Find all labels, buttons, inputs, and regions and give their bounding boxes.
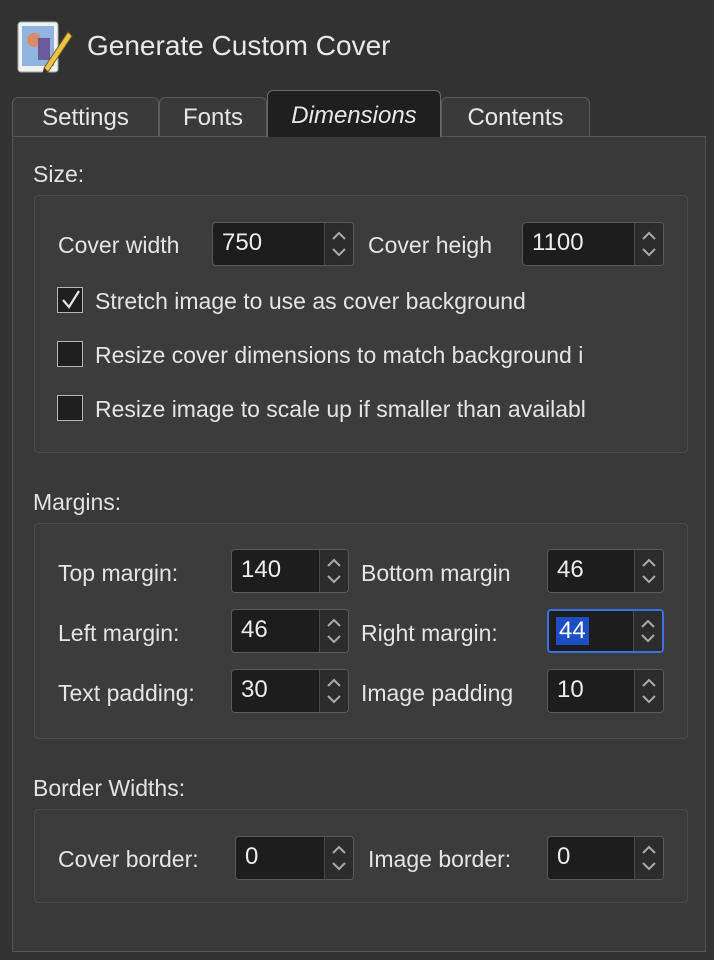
cover-border-label: Cover border: bbox=[58, 846, 199, 872]
chevron-up-icon[interactable] bbox=[326, 678, 342, 688]
resize-scale-checkbox[interactable] bbox=[57, 395, 83, 421]
right-margin-value[interactable]: 44 bbox=[556, 617, 589, 645]
image-border-stepper-arrows[interactable] bbox=[634, 837, 663, 879]
cover-editor-icon bbox=[14, 18, 74, 76]
chevron-up-icon[interactable] bbox=[331, 231, 347, 241]
top-margin-stepper[interactable]: 140 bbox=[231, 549, 349, 593]
chevron-down-icon[interactable] bbox=[641, 861, 657, 871]
border-widths-group: Cover border: 0 Image border: 0 bbox=[34, 809, 688, 903]
chevron-down-icon[interactable] bbox=[641, 574, 657, 584]
chevron-down-icon[interactable] bbox=[641, 247, 657, 257]
resize-dimensions-label[interactable]: Resize cover dimensions to match backgro… bbox=[95, 342, 663, 369]
cover-width-label: Cover width bbox=[58, 232, 180, 258]
top-margin-stepper-arrows[interactable] bbox=[319, 550, 348, 592]
image-padding-label: Image padding bbox=[361, 680, 514, 706]
image-border-value[interactable]: 0 bbox=[557, 843, 570, 871]
cover-width-stepper[interactable]: 750 bbox=[212, 222, 354, 266]
image-padding-stepper-arrows[interactable] bbox=[634, 670, 663, 712]
text-padding-stepper[interactable]: 30 bbox=[231, 669, 349, 713]
checkmark-icon bbox=[62, 290, 80, 309]
right-margin-label: Right margin: bbox=[361, 620, 498, 646]
chevron-down-icon[interactable] bbox=[331, 861, 347, 871]
text-padding-label: Text padding: bbox=[58, 680, 195, 706]
chevron-up-icon[interactable] bbox=[640, 619, 656, 629]
chevron-up-icon[interactable] bbox=[326, 618, 342, 628]
dimensions-panel: Size: Cover width 750 Cover heigh 1100 S… bbox=[12, 136, 706, 952]
tab-settings[interactable]: Settings bbox=[12, 97, 159, 137]
cover-border-stepper-arrows[interactable] bbox=[324, 837, 353, 879]
stretch-image-label[interactable]: Stretch image to use as cover background bbox=[95, 288, 685, 315]
chevron-down-icon[interactable] bbox=[641, 694, 657, 704]
top-margin-label: Top margin: bbox=[58, 560, 179, 586]
right-margin-stepper-arrows[interactable] bbox=[633, 611, 662, 651]
border-widths-section-label: Border Widths: bbox=[33, 775, 186, 801]
chevron-down-icon[interactable] bbox=[331, 247, 347, 257]
chevron-down-icon[interactable] bbox=[326, 634, 342, 644]
stretch-image-checkbox[interactable] bbox=[57, 287, 83, 313]
cover-width-value[interactable]: 750 bbox=[222, 229, 262, 257]
image-padding-stepper[interactable]: 10 bbox=[547, 669, 664, 713]
cover-width-stepper-arrows[interactable] bbox=[324, 223, 353, 265]
top-margin-value[interactable]: 140 bbox=[241, 556, 281, 584]
resize-scale-label[interactable]: Resize image to scale up if smaller than… bbox=[95, 396, 663, 423]
chevron-down-icon[interactable] bbox=[326, 694, 342, 704]
tab-fonts[interactable]: Fonts bbox=[159, 97, 267, 137]
text-padding-value[interactable]: 30 bbox=[241, 676, 268, 704]
bottom-margin-stepper-arrows[interactable] bbox=[634, 550, 663, 592]
bottom-margin-label: Bottom margin bbox=[361, 560, 511, 586]
margins-section-label: Margins: bbox=[33, 489, 122, 515]
chevron-up-icon[interactable] bbox=[641, 678, 657, 688]
text-padding-stepper-arrows[interactable] bbox=[319, 670, 348, 712]
image-border-label: Image border: bbox=[368, 846, 512, 872]
window-title: Generate Custom Cover bbox=[87, 30, 391, 61]
resize-dimensions-checkbox[interactable] bbox=[57, 341, 83, 367]
size-group: Cover width 750 Cover heigh 1100 Stretch… bbox=[34, 195, 688, 453]
cover-height-value[interactable]: 1100 bbox=[532, 229, 584, 257]
chevron-up-icon[interactable] bbox=[331, 845, 347, 855]
left-margin-value[interactable]: 46 bbox=[241, 616, 268, 644]
chevron-up-icon[interactable] bbox=[641, 845, 657, 855]
image-padding-value[interactable]: 10 bbox=[557, 676, 584, 704]
cover-border-stepper[interactable]: 0 bbox=[235, 836, 354, 880]
chevron-down-icon[interactable] bbox=[326, 574, 342, 584]
left-margin-stepper-arrows[interactable] bbox=[319, 610, 348, 652]
image-border-stepper[interactable]: 0 bbox=[547, 836, 664, 880]
title-bar: Generate Custom Cover bbox=[0, 0, 714, 92]
cover-height-stepper-arrows[interactable] bbox=[634, 223, 663, 265]
tab-contents[interactable]: Contents bbox=[441, 97, 590, 137]
bottom-margin-value[interactable]: 46 bbox=[557, 556, 584, 584]
cover-height-label: Cover heigh bbox=[368, 232, 493, 258]
left-margin-label: Left margin: bbox=[58, 620, 180, 646]
tab-dimensions[interactable]: Dimensions bbox=[267, 90, 441, 137]
cover-height-stepper[interactable]: 1100 bbox=[522, 222, 664, 266]
chevron-up-icon[interactable] bbox=[326, 558, 342, 568]
left-margin-stepper[interactable]: 46 bbox=[231, 609, 349, 653]
bottom-margin-stepper[interactable]: 46 bbox=[547, 549, 664, 593]
chevron-up-icon[interactable] bbox=[641, 558, 657, 568]
right-margin-stepper[interactable]: 44 bbox=[547, 609, 664, 653]
size-section-label: Size: bbox=[33, 161, 85, 187]
margins-group: Top margin: 140 Bottom margin 46 Left ma… bbox=[34, 523, 688, 739]
chevron-up-icon[interactable] bbox=[641, 231, 657, 241]
cover-border-value[interactable]: 0 bbox=[245, 843, 258, 871]
chevron-down-icon[interactable] bbox=[640, 633, 656, 643]
